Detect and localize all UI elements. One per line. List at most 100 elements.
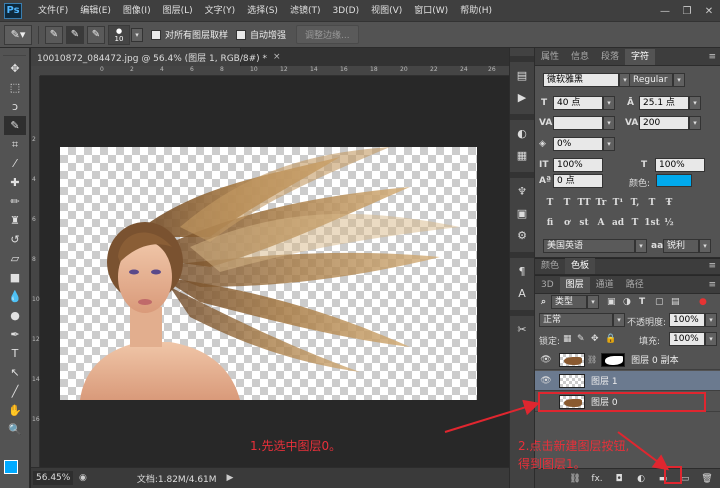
adjustment-filter-icon[interactable]: ◑ [623, 297, 631, 307]
eraser-tool-icon[interactable]: ▱ [4, 249, 26, 268]
tab-paths[interactable]: 路径 [620, 277, 650, 293]
dock-grip[interactable] [510, 114, 534, 120]
tab-character[interactable]: 字符 [625, 49, 656, 65]
panel-menu-icon[interactable]: ≡ [708, 49, 716, 65]
layer-filter-kind[interactable]: 类型 [551, 295, 587, 309]
chevron-down-icon[interactable]: ▾ [613, 313, 625, 327]
menu-layer[interactable]: 图层(L) [157, 0, 199, 22]
shape-tool-icon[interactable]: ╱ [4, 382, 26, 401]
superscript-button[interactable]: T¹ [611, 196, 625, 210]
layer-row-layer0-copy[interactable]: 👁 ⛓ 图层 0 副本 [535, 350, 720, 370]
chevron-down-icon[interactable]: ▾ [705, 313, 717, 327]
menu-3d[interactable]: 3D(D) [326, 0, 365, 22]
path-selection-tool-icon[interactable]: ↖ [4, 363, 26, 382]
type-tool-icon[interactable]: T [4, 344, 26, 363]
tab-properties[interactable]: 属性 [535, 49, 565, 65]
chevron-down-icon[interactable]: ▾ [635, 239, 647, 253]
zoom-tool-icon[interactable]: 🔍 [4, 420, 26, 439]
image-canvas[interactable] [60, 147, 477, 400]
lock-transparent-icon[interactable]: ▦ [563, 334, 572, 344]
chevron-down-icon[interactable]: ▾ [603, 116, 615, 130]
close-document-icon[interactable]: × [273, 52, 281, 62]
menu-help[interactable]: 帮助(H) [454, 0, 498, 22]
kerning-field[interactable] [553, 116, 603, 130]
subtract-from-selection-icon[interactable]: ✎ [87, 25, 105, 44]
sample-all-layers-checkbox[interactable] [151, 29, 161, 40]
restore-icon[interactable]: ❐ [676, 0, 698, 22]
quick-selection-tool-preset[interactable]: ✎▾ [4, 24, 32, 45]
ordinals-button[interactable]: 1st [644, 216, 660, 230]
chevron-down-icon[interactable]: ▾ [587, 295, 599, 309]
actions-icon[interactable]: ▶ [513, 88, 531, 106]
menu-type[interactable]: 文字(Y) [199, 0, 242, 22]
vertical-ruler[interactable]: 2 4 6 8 10 12 14 16 [31, 76, 40, 467]
tsume-field[interactable]: 0% [553, 137, 603, 151]
eyedropper-tool-icon[interactable]: ⁄ [4, 154, 26, 173]
dock-grip[interactable] [510, 56, 534, 62]
eye-icon[interactable]: 👁 [539, 374, 553, 388]
brush-tool-icon[interactable]: ✏ [4, 192, 26, 211]
underline-button[interactable]: T [645, 196, 659, 210]
contextual-alternates-button[interactable]: ơ [560, 216, 574, 230]
paragraph-styles-icon[interactable]: ¶ [513, 262, 531, 280]
healing-brush-tool-icon[interactable]: ✚ [4, 173, 26, 192]
chevron-down-icon[interactable]: ▾ [689, 116, 701, 130]
dock-grip[interactable] [510, 252, 534, 258]
tab-layers[interactable]: 图层 [559, 277, 590, 293]
panel-menu-icon[interactable]: ≡ [708, 277, 716, 293]
font-size-field[interactable]: 40 点 [553, 96, 603, 110]
auto-enhance-checkbox[interactable] [236, 29, 247, 40]
minimize-icon[interactable]: — [654, 0, 676, 22]
subscript-button[interactable]: T, [628, 196, 642, 210]
foreground-color-swatch[interactable] [4, 460, 18, 474]
layer-row-layer1[interactable]: 👁 图层 1 [535, 371, 720, 391]
language-select[interactable]: 美国英语 [543, 239, 635, 253]
tab-channels[interactable]: 通道 [590, 277, 620, 293]
lock-position-icon[interactable]: ✥ [591, 334, 599, 344]
strikethrough-button[interactable]: Ŧ [662, 196, 676, 210]
vertical-scale-field[interactable]: 100% [553, 158, 603, 172]
lasso-tool-icon[interactable]: ↄ [4, 97, 26, 116]
stylistic-alternates-button[interactable]: ad [611, 216, 625, 230]
menu-filter[interactable]: 滤镜(T) [284, 0, 327, 22]
adjustments-icon[interactable]: ◐ [513, 124, 531, 142]
hand-tool-icon[interactable]: ✋ [4, 401, 26, 420]
eye-icon[interactable]: 👁 [539, 353, 553, 367]
horizontal-scale-field[interactable]: 100% [655, 158, 705, 172]
history-brush-tool-icon[interactable]: ↺ [4, 230, 26, 249]
chevron-down-icon[interactable]: ▾ [131, 27, 143, 42]
move-tool-icon[interactable]: ✥ [4, 59, 26, 78]
horizontal-ruler[interactable]: 0 2 4 6 8 10 12 14 16 18 20 22 24 26 [40, 66, 509, 76]
tracking-field[interactable]: 200 [639, 116, 689, 130]
clone-source-icon[interactable]: ⚙ [513, 226, 531, 244]
gradient-tool-icon[interactable]: ■ [4, 268, 26, 287]
color-picker[interactable] [4, 460, 28, 484]
chevron-down-icon[interactable]: ▾ [705, 332, 717, 346]
pixel-filter-icon[interactable]: ▣ [607, 297, 616, 307]
ligatures-button[interactable]: fi [543, 216, 557, 230]
tab-swatches[interactable]: 色板 [565, 258, 596, 274]
small-caps-button[interactable]: Tr [594, 196, 608, 210]
status-icon[interactable]: ◉ [79, 473, 87, 483]
smart-object-filter-icon[interactable]: ▤ [671, 297, 680, 307]
fractions-button[interactable]: ½ [662, 216, 676, 230]
font-style-select[interactable]: Regular [629, 73, 673, 87]
titling-alternates-button[interactable]: T [628, 216, 642, 230]
chevron-down-icon[interactable]: ▾ [603, 96, 615, 110]
tab-paragraph[interactable]: 段落 [595, 49, 625, 65]
text-color-swatch[interactable] [656, 174, 692, 187]
blend-mode-select[interactable]: 正常 [539, 313, 613, 327]
menu-image[interactable]: 图像(I) [117, 0, 157, 22]
link-layers-icon[interactable]: ⛓ [568, 472, 582, 486]
new-adjustment-layer-icon[interactable]: ◐ [634, 472, 648, 486]
blur-tool-icon[interactable]: 💧 [4, 287, 26, 306]
menu-window[interactable]: 窗口(W) [408, 0, 454, 22]
swash-button[interactable]: A [594, 216, 608, 230]
layer-mask-thumbnail[interactable] [601, 352, 626, 367]
shape-filter-icon[interactable]: ▢ [655, 297, 664, 307]
lock-all-icon[interactable]: 🔒 [605, 334, 616, 344]
styles-icon[interactable]: ▦ [513, 146, 531, 164]
pen-tool-icon[interactable]: ✒ [4, 325, 26, 344]
tool-presets-icon[interactable]: ✂ [513, 320, 531, 338]
brush-settings-icon[interactable]: ▣ [513, 204, 531, 222]
